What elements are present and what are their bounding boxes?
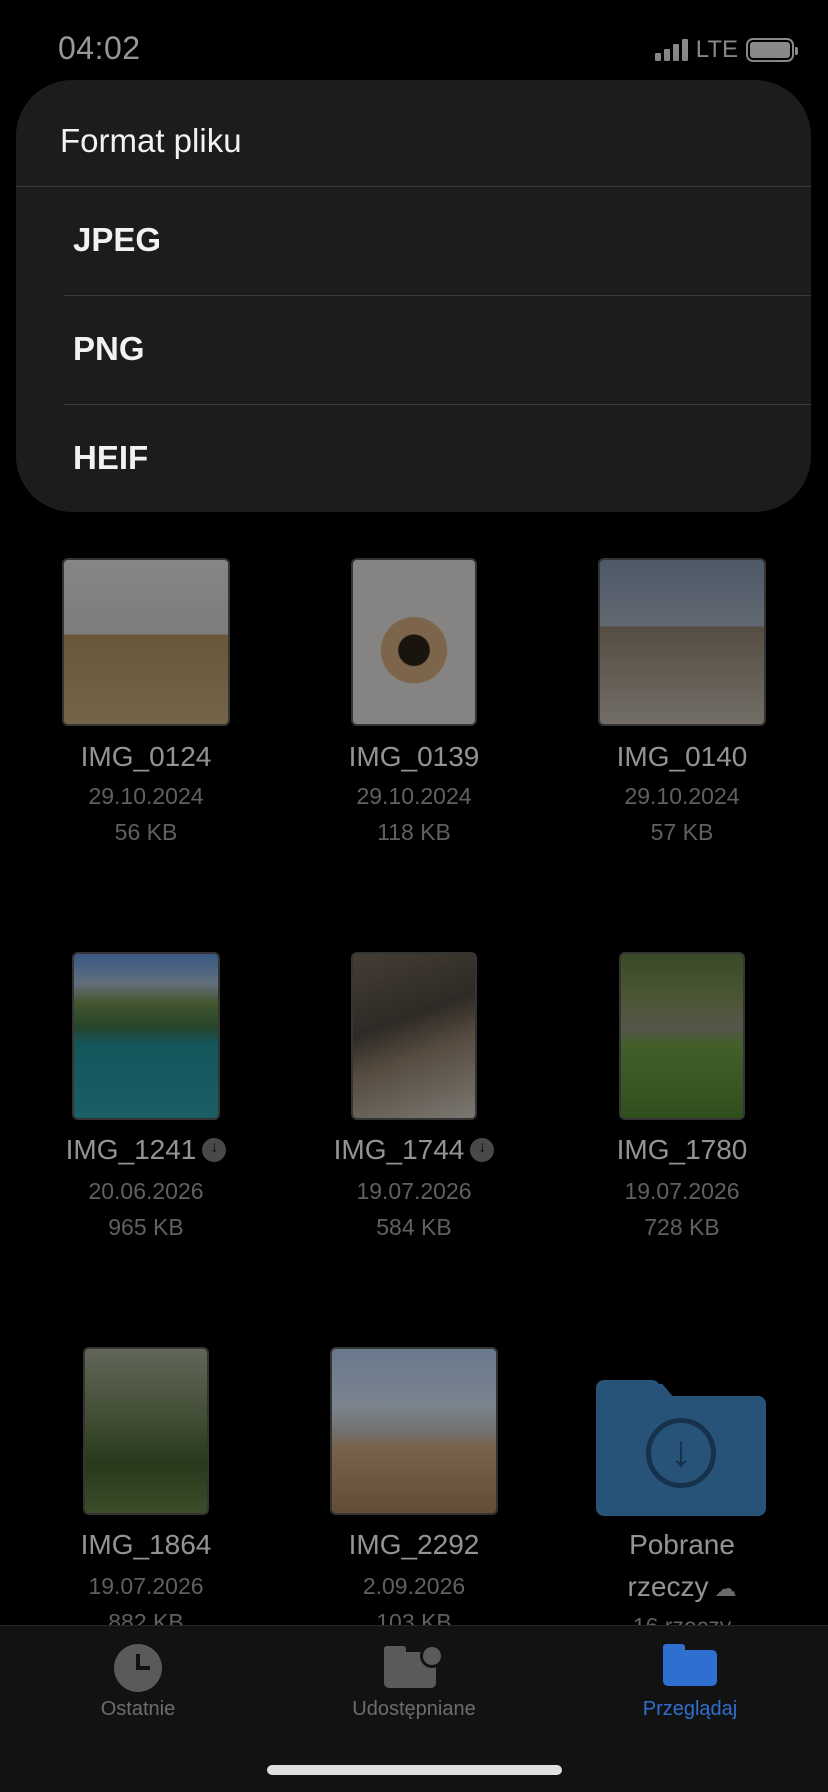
menu-item-label: JPEG: [73, 221, 162, 258]
file-thumbnail[interactable]: [83, 1347, 209, 1515]
file-thumbnail[interactable]: [351, 558, 477, 726]
file-date: 29.10.2024: [624, 783, 740, 809]
file-item[interactable]: IMG_2292 2.09.2026 103 KB: [280, 1345, 548, 1635]
file-item[interactable]: IMG_1864 19.07.2026 882 KB: [12, 1345, 280, 1635]
file-name: IMG_1241: [65, 1134, 197, 1165]
clock-icon: [114, 1644, 162, 1692]
download-folder-icon[interactable]: [596, 1380, 766, 1516]
file-name: IMG_0140: [616, 741, 748, 772]
file-name: IMG_0124: [80, 741, 212, 772]
folder-icon: [663, 1644, 717, 1686]
file-name-row: IMG_1744: [280, 1134, 548, 1166]
menu-item-png[interactable]: PNG: [16, 296, 811, 404]
menu-item-label: HEIF: [73, 439, 149, 476]
shared-folder-icon: [384, 1644, 444, 1688]
tab-shared[interactable]: Udostępniane: [276, 1626, 552, 1746]
file-item[interactable]: IMG_0140 29.10.2024 57 KB: [548, 555, 816, 855]
file-thumbnail[interactable]: [598, 558, 766, 726]
download-icon: [202, 1137, 227, 1162]
file-size: 57 KB: [650, 819, 714, 845]
tab-label: Przeglądaj: [642, 1698, 738, 1720]
folder-name-line1: Pobrane: [629, 1529, 735, 1560]
file-thumbnail[interactable]: [330, 1347, 498, 1515]
file-date: 19.07.2026: [624, 1178, 740, 1204]
file-name: IMG_2292: [348, 1529, 480, 1560]
menu-item-label: PNG: [73, 330, 145, 367]
folder-name-line2: rzeczy: [627, 1571, 709, 1602]
file-thumbnail[interactable]: [351, 952, 477, 1120]
file-size: 56 KB: [114, 819, 178, 845]
file-item[interactable]: IMG_1241 20.06.2026 965 KB: [12, 950, 280, 1250]
file-name: IMG_1744: [333, 1134, 465, 1165]
file-date: 20.06.2026: [88, 1178, 204, 1204]
file-size: 118 KB: [377, 819, 451, 845]
file-date: 19.07.2026: [88, 1573, 204, 1599]
file-name: IMG_0139: [348, 741, 480, 772]
file-item[interactable]: IMG_1780 19.07.2026 728 KB: [548, 950, 816, 1250]
file-thumbnail[interactable]: [619, 952, 745, 1120]
file-name: IMG_1864: [80, 1529, 212, 1560]
menu-title: Format pliku: [60, 122, 242, 159]
download-icon: [470, 1137, 495, 1162]
file-size: 965 KB: [108, 1214, 184, 1240]
file-thumbnail[interactable]: [72, 952, 220, 1120]
file-date: 2.09.2026: [362, 1573, 466, 1599]
file-item[interactable]: IMG_0139 29.10.2024 118 KB: [280, 555, 548, 855]
tab-label: Udostępniane: [352, 1698, 476, 1720]
file-size: 728 KB: [644, 1214, 720, 1240]
file-date: 19.07.2026: [356, 1178, 472, 1204]
menu-item-heif[interactable]: HEIF: [16, 405, 811, 512]
tab-label: Ostatnie: [100, 1698, 176, 1720]
file-name: IMG_1780: [616, 1134, 748, 1165]
file-size: 584 KB: [376, 1214, 452, 1240]
file-format-menu: Format pliku JPEG PNG HEIF: [16, 80, 811, 512]
file-date: 29.10.2024: [356, 783, 472, 809]
file-item[interactable]: IMG_0124 29.10.2024 56 KB: [12, 555, 280, 855]
folder-name-line2-row: rzeczy ☁: [548, 1571, 816, 1603]
menu-item-jpeg[interactable]: JPEG: [16, 187, 811, 295]
cloud-download-icon: ☁: [714, 1576, 737, 1601]
file-name-row: IMG_1241: [12, 1134, 280, 1166]
home-indicator[interactable]: [267, 1765, 562, 1775]
tab-browse[interactable]: Przeglądaj: [552, 1626, 828, 1746]
tab-recents[interactable]: Ostatnie: [0, 1626, 276, 1746]
file-thumbnail[interactable]: [62, 558, 230, 726]
file-date: 29.10.2024: [88, 783, 204, 809]
file-item[interactable]: IMG_1744 19.07.2026 584 KB: [280, 950, 548, 1250]
